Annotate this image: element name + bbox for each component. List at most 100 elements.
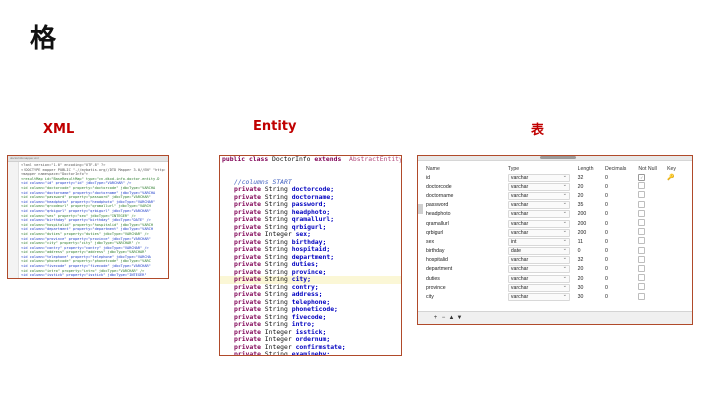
add-field-button[interactable]: + [432,315,439,322]
table-row[interactable]: cityvarchar 300 [424,292,692,302]
decimals-cell[interactable]: 0 [603,247,636,256]
field-name-cell[interactable]: headphoto [424,210,506,219]
length-cell[interactable]: 0 [576,247,603,256]
left-collapse-handle[interactable] [418,204,423,214]
not-null-checkbox[interactable] [638,283,646,291]
not-null-checkbox[interactable] [638,237,646,245]
column-header[interactable]: Name [424,165,506,173]
type-select[interactable]: varchar [507,200,570,210]
table-row[interactable]: departmentvarchar 200 [424,264,692,274]
not-null-cell[interactable] [636,274,665,283]
length-cell[interactable]: 200 [576,228,603,237]
column-header[interactable]: Key [665,165,692,173]
type-select[interactable]: varchar [507,274,570,283]
key-cell[interactable] [665,219,692,228]
move-down-button[interactable]: ▼ [456,315,463,322]
length-cell[interactable]: 20 [576,274,603,283]
table-row[interactable]: birthdaydate 00 [424,246,692,256]
decimals-cell[interactable]: 0 [603,265,636,274]
length-cell[interactable]: 20 [576,182,603,191]
type-select[interactable]: varchar [507,219,570,228]
key-cell[interactable] [665,265,692,274]
type-cell[interactable]: varchar [506,292,576,302]
length-cell[interactable]: 30 [576,292,603,301]
length-cell[interactable]: 32 [576,256,603,265]
table-row[interactable]: hospitalidvarchar 320 [424,255,692,265]
type-select[interactable]: int [507,237,570,246]
not-null-checkbox[interactable] [638,191,646,199]
length-cell[interactable]: 200 [576,210,603,219]
table-row[interactable]: sexint 110 [424,237,692,246]
not-null-cell[interactable] [636,255,665,265]
type-select[interactable]: date [507,246,570,256]
table-row[interactable]: passwordvarchar 350 [424,200,692,210]
length-cell[interactable]: 200 [576,219,603,228]
key-cell[interactable]: 🔑 [665,173,692,182]
decimals-cell[interactable]: 0 [603,219,636,228]
not-null-cell[interactable] [636,246,665,256]
not-null-checkbox[interactable] [638,292,646,300]
length-cell[interactable]: 35 [576,201,603,210]
field-name-cell[interactable]: duties [424,274,506,283]
not-null-cell[interactable] [636,264,665,274]
not-null-checkbox[interactable] [638,182,646,190]
not-null-checkbox[interactable]: ✓ [638,174,646,182]
table-row[interactable]: provincevarchar 300 [424,283,692,292]
decimals-cell[interactable]: 0 [603,237,636,246]
decimals-cell[interactable]: 0 [603,256,636,265]
not-null-cell[interactable] [636,209,665,219]
type-select[interactable]: varchar [507,173,570,182]
not-null-cell[interactable] [636,228,665,237]
type-select[interactable]: varchar [507,292,570,302]
not-null-checkbox[interactable] [638,264,646,272]
type-select[interactable]: varchar [507,255,570,265]
field-name-cell[interactable]: department [424,265,506,274]
not-null-cell[interactable] [636,219,665,228]
field-name-cell[interactable]: id [424,173,506,182]
move-up-button[interactable]: ▲ [448,315,455,322]
length-cell[interactable]: 32 [576,173,603,182]
length-cell[interactable]: 11 [576,237,603,246]
not-null-checkbox[interactable] [638,246,646,254]
not-null-cell[interactable] [636,182,665,191]
column-header[interactable]: Decimals [603,165,636,173]
field-name-cell[interactable]: doctorcode [424,182,506,191]
type-select[interactable]: varchar [507,228,570,237]
key-cell[interactable] [665,210,692,219]
not-null-checkbox[interactable] [638,255,646,263]
field-name-cell[interactable]: hospitalid [424,256,506,265]
table-row[interactable]: doctornamevarchar 200 [424,191,692,200]
type-select[interactable]: varchar [507,283,570,292]
not-null-cell[interactable] [636,237,665,246]
column-header[interactable]: Length [576,165,603,173]
length-cell[interactable]: 30 [576,283,603,292]
key-cell[interactable] [665,247,692,256]
key-cell[interactable] [665,237,692,246]
decimals-cell[interactable]: 0 [603,210,636,219]
type-select[interactable]: varchar [507,182,570,191]
table-row[interactable]: doctorcodevarchar 200 [424,182,692,191]
field-name-cell[interactable]: birthday [424,247,506,256]
key-cell[interactable] [665,182,692,191]
key-cell[interactable] [665,256,692,265]
key-cell[interactable] [665,292,692,301]
not-null-checkbox[interactable] [638,228,646,236]
not-null-checkbox[interactable] [638,200,646,208]
decimals-cell[interactable]: 0 [603,191,636,200]
decimals-cell[interactable]: 0 [603,228,636,237]
horizontal-scrollbar[interactable] [540,156,576,159]
not-null-cell[interactable] [636,292,665,301]
field-name-cell[interactable]: doctorname [424,191,506,200]
not-null-cell[interactable] [636,200,665,210]
field-name-cell[interactable]: qrbigurl [424,228,506,237]
field-name-cell[interactable]: city [424,292,506,301]
not-null-cell[interactable] [636,283,665,292]
type-select[interactable]: varchar [507,209,570,219]
decimals-cell[interactable]: 0 [603,292,636,301]
decimals-cell[interactable]: 0 [603,182,636,191]
length-cell[interactable]: 20 [576,191,603,200]
decimals-cell[interactable]: 0 [603,274,636,283]
key-cell[interactable] [665,274,692,283]
type-select[interactable]: varchar [507,264,570,274]
field-name-cell[interactable]: password [424,201,506,210]
